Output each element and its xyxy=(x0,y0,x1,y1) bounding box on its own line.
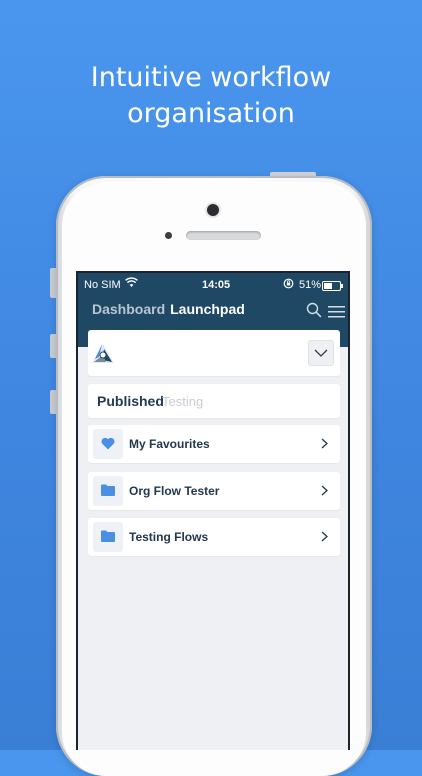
earpiece-speaker xyxy=(186,231,261,240)
list-item-label: Org Flow Tester xyxy=(129,484,220,498)
folder-icon xyxy=(93,476,123,506)
headline-line-2: organisation xyxy=(127,98,295,129)
heart-icon xyxy=(93,429,123,459)
hamburger-menu-icon[interactable] xyxy=(328,305,345,318)
status-time: 14:05 xyxy=(202,279,231,291)
app-logo-icon xyxy=(90,341,116,365)
battery-fill xyxy=(324,283,332,289)
orientation-lock-icon xyxy=(283,278,294,292)
chevron-right-icon xyxy=(321,531,328,542)
chevron-down-icon xyxy=(314,349,328,357)
marketing-headline: Intuitive workflow organisation xyxy=(0,60,422,132)
headline-line-1: Intuitive workflow xyxy=(90,62,332,93)
list-item-label: Testing Flows xyxy=(129,530,209,544)
chevron-right-icon xyxy=(321,485,328,496)
nav-breadcrumb: Dashboard Launchpad xyxy=(92,301,245,321)
phone-screen: No SIM 14:05 51% Dashboard Launchpad Pub… xyxy=(76,271,350,750)
carrier-label: No SIM xyxy=(84,279,121,291)
tab-testing[interactable]: Testing xyxy=(162,394,203,409)
proximity-sensor xyxy=(165,232,172,239)
org-selector-card xyxy=(88,330,340,376)
search-icon[interactable] xyxy=(306,302,322,318)
front-camera xyxy=(207,204,219,216)
nav-dashboard[interactable]: Dashboard xyxy=(92,301,165,317)
tab-published[interactable]: Published xyxy=(97,393,164,409)
wifi-icon xyxy=(125,277,138,291)
chevron-right-icon xyxy=(321,438,328,449)
org-dropdown-button[interactable] xyxy=(308,340,334,366)
flow-tabs: Published Testing xyxy=(88,384,340,418)
list-item-label: My Favourites xyxy=(129,437,210,451)
list-item-testing-flows[interactable]: Testing Flows xyxy=(88,518,340,556)
battery-percentage: 51% xyxy=(299,279,322,291)
nav-launchpad[interactable]: Launchpad xyxy=(170,301,245,317)
list-item-org-flow-tester[interactable]: Org Flow Tester xyxy=(88,472,340,510)
battery-icon xyxy=(322,281,343,291)
folder-icon xyxy=(93,522,123,552)
list-item-my-favourites[interactable]: My Favourites xyxy=(88,425,340,463)
status-bar: No SIM 14:05 51% xyxy=(78,277,348,293)
